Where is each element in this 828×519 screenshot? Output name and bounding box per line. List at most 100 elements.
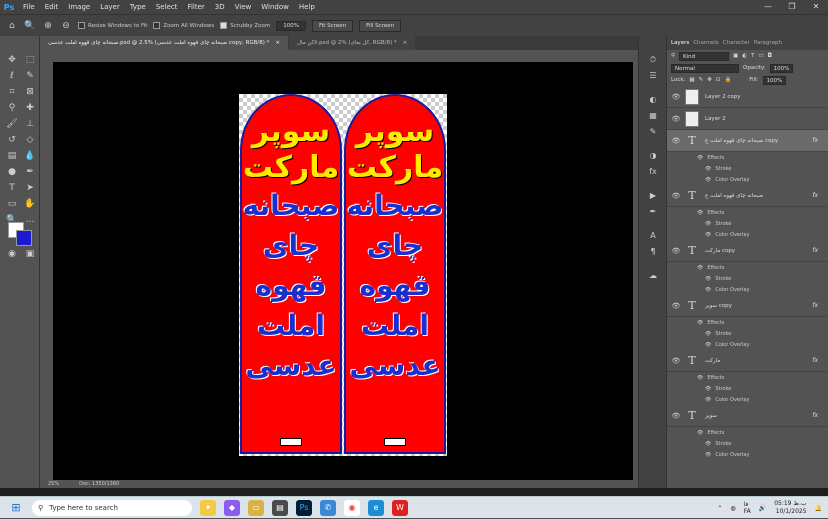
eye-icon[interactable]: 👁	[671, 93, 681, 101]
menu-3d[interactable]: 3D	[210, 3, 230, 11]
effect-stroke-row[interactable]: 👁 Stroke	[667, 163, 828, 174]
windows-start-icon[interactable]: ⊞	[6, 498, 26, 518]
fill-screen-button[interactable]: Fill Screen	[359, 19, 402, 32]
effect-color-overlay-row[interactable]: 👁 Color Overlay	[667, 229, 828, 240]
lock-move-icon[interactable]: ✥	[707, 77, 712, 83]
effect-stroke-row[interactable]: 👁 Stroke	[667, 273, 828, 284]
fx-icon[interactable]: fx	[812, 247, 818, 254]
opacity-field[interactable]: 100%	[769, 63, 794, 73]
lock-artboard-icon[interactable]: ⊡	[716, 77, 721, 83]
adjustments-panel-icon[interactable]: ◑	[647, 150, 659, 162]
eye-icon[interactable]: 👁	[671, 357, 681, 365]
eye-icon[interactable]: 👁	[705, 287, 711, 293]
effect-stroke-row[interactable]: 👁 Stroke	[667, 218, 828, 229]
zoom-all-checkbox[interactable]: Zoom All Windows	[153, 22, 214, 29]
eye-icon[interactable]: 👁	[671, 137, 681, 145]
lang-indicator[interactable]: فا FA	[744, 501, 751, 515]
fx-icon[interactable]: fx	[812, 192, 818, 199]
swatches-panel-icon[interactable]: ▦	[647, 110, 659, 122]
layer-item[interactable]: 👁 T مارکت fx	[667, 350, 828, 372]
fit-screen-button[interactable]: Fit Screen	[311, 19, 354, 32]
path-select-icon[interactable]: ➤	[24, 182, 36, 194]
photoshop-taskbar-icon[interactable]: Ps	[296, 499, 312, 516]
tab-character[interactable]: Character	[723, 40, 750, 46]
fx-icon[interactable]: fx	[812, 302, 818, 309]
taskbar-clock[interactable]: 05:19 ب.ظ 10/1/2025	[774, 500, 806, 516]
shape-tool-icon[interactable]: ▭	[6, 198, 18, 210]
menu-image[interactable]: Image	[63, 3, 95, 11]
brushes-panel-icon[interactable]: ✎	[647, 126, 659, 138]
menu-select[interactable]: Select	[151, 3, 183, 11]
brush-tool-icon[interactable]: 🖌	[6, 118, 18, 130]
tab-paragraph[interactable]: Paragraph	[754, 40, 782, 46]
eye-icon[interactable]: 👁	[705, 386, 711, 392]
menu-help[interactable]: Help	[294, 3, 320, 11]
canvas[interactable]: سوپر مارکت صبحانه چای قهوه املت عدسی سوپ…	[53, 62, 633, 480]
file-explorer-icon[interactable]: ▭	[248, 499, 264, 516]
layer-item[interactable]: 👁 T مارکت copy fx	[667, 240, 828, 262]
quick-select-icon[interactable]: ✎	[24, 70, 36, 82]
layer-item[interactable]: 👁 T صبحانه چای قهوه املت ع fx	[667, 185, 828, 207]
eye-icon[interactable]: 👁	[697, 320, 703, 326]
eraser-tool-icon[interactable]: ◇	[24, 134, 36, 146]
effect-color-overlay-row[interactable]: 👁 Color Overlay	[667, 339, 828, 350]
eye-icon[interactable]: 👁	[697, 210, 703, 216]
lock-all-icon[interactable]: 🔒	[724, 77, 731, 83]
eye-icon[interactable]: 👁	[705, 276, 711, 282]
history-panel-icon[interactable]: ⏱	[647, 54, 659, 66]
winrar-icon[interactable]: W	[392, 499, 408, 516]
healing-brush-icon[interactable]: ✚	[24, 102, 36, 114]
effect-stroke-row[interactable]: 👁 Stroke	[667, 328, 828, 339]
eye-icon[interactable]: 👁	[697, 265, 703, 271]
eye-icon[interactable]: 👁	[705, 232, 711, 238]
widget-icon[interactable]: ✦	[200, 499, 216, 516]
filter-image-icon[interactable]: ▣	[733, 53, 738, 59]
lock-brush-icon[interactable]: ✎	[699, 77, 704, 83]
edge-icon[interactable]: e	[368, 499, 384, 516]
eye-icon[interactable]: 👁	[671, 302, 681, 310]
eye-icon[interactable]: 👁	[705, 441, 711, 447]
scrubby-zoom-checkbox[interactable]: Scrubby Zoom	[220, 22, 270, 29]
eye-icon[interactable]: 👁	[671, 192, 681, 200]
canvas-area[interactable]: سوپر مارکت صبحانه چای قهوه املت عدسی سوپ…	[40, 50, 638, 480]
terminal-icon[interactable]: ▤	[272, 499, 288, 516]
actions-panel-icon[interactable]: ▶	[647, 190, 659, 202]
minimize-button[interactable]: —	[756, 0, 780, 14]
eye-icon[interactable]: 👁	[671, 412, 681, 420]
effect-color-overlay-row[interactable]: 👁 Color Overlay	[667, 284, 828, 295]
restore-button[interactable]: ❐	[780, 0, 804, 14]
eye-icon[interactable]: 👁	[705, 397, 711, 403]
eye-icon[interactable]: 👁	[697, 430, 703, 436]
taskbar-search-box[interactable]: ⚲ Type here to search	[32, 499, 192, 516]
tab-channels[interactable]: Channels	[693, 40, 718, 46]
kind-filter-select[interactable]: Kind	[679, 51, 730, 61]
tab-layers[interactable]: Layers	[671, 40, 689, 46]
history-brush-icon[interactable]: ↺	[6, 134, 18, 146]
network-icon[interactable]: ◍	[730, 505, 735, 512]
eye-icon[interactable]: 👁	[705, 166, 711, 172]
menu-edit[interactable]: Edit	[40, 3, 64, 11]
properties-panel-icon[interactable]: ☰	[647, 70, 659, 82]
pen-tool-icon[interactable]: ✒	[24, 166, 36, 178]
home-icon[interactable]: ⌂	[6, 20, 18, 32]
eye-icon[interactable]: 👁	[697, 375, 703, 381]
eye-icon[interactable]: 👁	[705, 177, 711, 183]
fx-icon[interactable]: fx	[812, 357, 818, 364]
fill-field[interactable]: 100%	[762, 75, 787, 85]
filter-type-icon[interactable]: T	[751, 53, 754, 59]
layer-item-selected[interactable]: 👁 T صبحانه چای قهوه املت ع copy fx	[667, 130, 828, 152]
tab-close-icon[interactable]: ×	[403, 36, 408, 50]
menu-file[interactable]: File	[18, 3, 40, 11]
filter-adjust-icon[interactable]: ◐	[742, 53, 747, 59]
glyphs-panel-icon[interactable]: A	[647, 230, 659, 242]
tab-close-icon[interactable]: ×	[275, 36, 280, 50]
effects-row[interactable]: 👁 Effects	[667, 262, 828, 273]
eye-icon[interactable]: 👁	[705, 342, 711, 348]
effect-color-overlay-row[interactable]: 👁 Color Overlay	[667, 449, 828, 460]
effect-color-overlay-row[interactable]: 👁 Color Overlay	[667, 394, 828, 405]
eye-icon[interactable]: 👁	[697, 155, 703, 161]
gradient-tool-icon[interactable]: ▤	[6, 150, 18, 162]
styles-panel-icon[interactable]: fx	[647, 166, 659, 178]
effect-stroke-row[interactable]: 👁 Stroke	[667, 438, 828, 449]
fx-icon[interactable]: fx	[812, 137, 818, 144]
